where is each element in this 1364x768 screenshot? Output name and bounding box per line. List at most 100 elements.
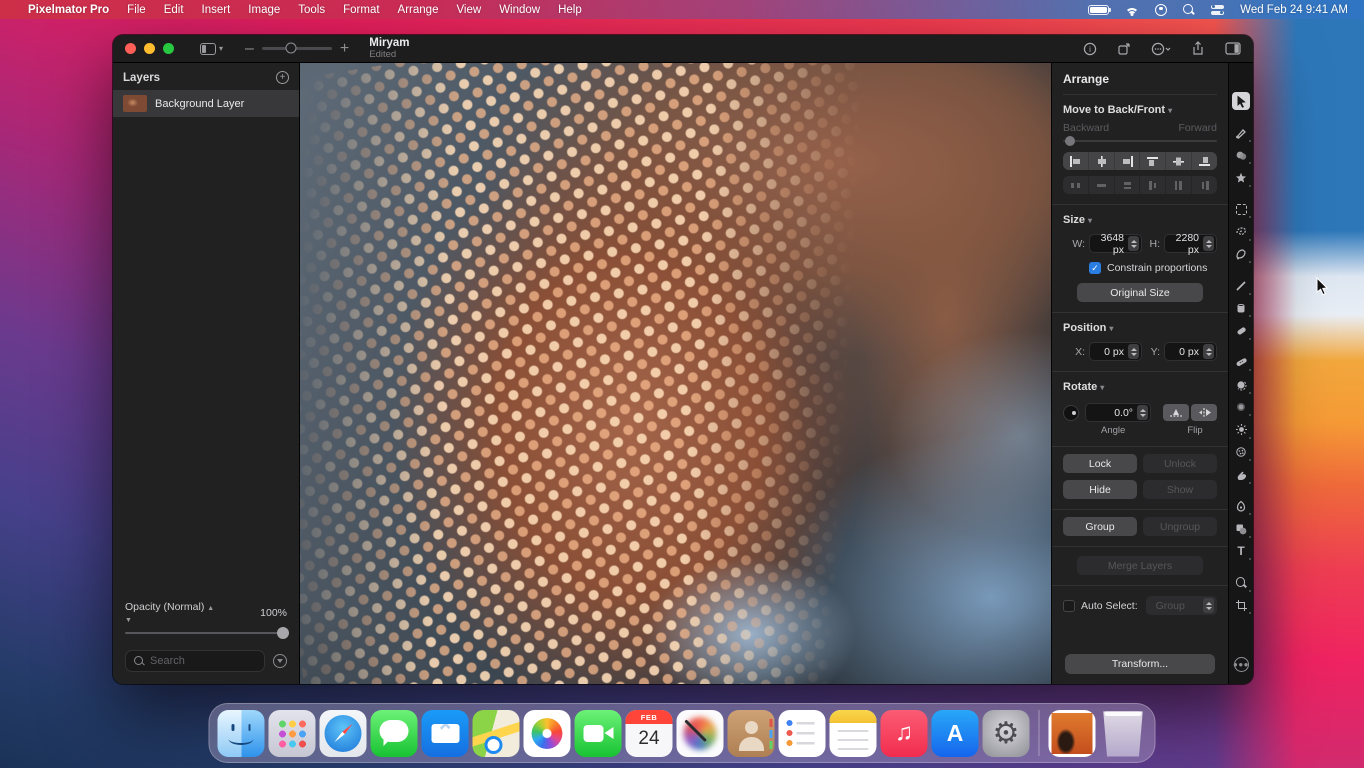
title-bar[interactable]: ▾ – + Miryam Edited i bbox=[113, 35, 1253, 63]
close-button[interactable] bbox=[125, 43, 136, 54]
dock-maps-icon[interactable] bbox=[472, 709, 520, 757]
dock-recent-document-icon[interactable] bbox=[1048, 709, 1096, 757]
dock-system-preferences-icon[interactable]: ⚙ bbox=[982, 709, 1030, 757]
paint-tool-icon[interactable] bbox=[1232, 124, 1251, 142]
blur-tool-icon[interactable] bbox=[1232, 398, 1251, 416]
dock-messages-icon[interactable] bbox=[370, 709, 418, 757]
more-tools-icon[interactable]: ●●● bbox=[1233, 657, 1249, 672]
align-center-h-button[interactable] bbox=[1089, 152, 1115, 171]
effects-tool-icon[interactable] bbox=[1232, 169, 1251, 187]
align-top-button[interactable] bbox=[1140, 152, 1167, 171]
layer-row-background[interactable]: Background Layer bbox=[113, 90, 299, 117]
canvas-size-icon[interactable] bbox=[1117, 42, 1131, 56]
opacity-slider[interactable] bbox=[125, 626, 289, 639]
flip-vertical-button[interactable] bbox=[1163, 404, 1189, 422]
repair-tool-icon[interactable] bbox=[1232, 353, 1251, 371]
dock-launchpad-icon[interactable] bbox=[268, 709, 316, 757]
show-sidebar-icon[interactable] bbox=[1225, 42, 1241, 55]
show-button[interactable]: Show bbox=[1143, 480, 1217, 500]
share-icon[interactable] bbox=[1191, 41, 1205, 56]
opacity-label[interactable]: Opacity (Normal) ▲ ▼ bbox=[125, 601, 214, 625]
height-field[interactable]: 2280 px bbox=[1164, 232, 1217, 256]
color-adjustments-tool-icon[interactable] bbox=[1232, 146, 1251, 164]
crop-tool-icon[interactable] bbox=[1232, 596, 1251, 614]
info-icon[interactable]: i bbox=[1083, 42, 1097, 56]
noise-tool-icon[interactable] bbox=[1232, 443, 1251, 461]
distribute-top-button[interactable] bbox=[1140, 176, 1167, 195]
menu-item-image[interactable]: Image bbox=[248, 4, 280, 16]
distribute-left-button[interactable] bbox=[1063, 176, 1089, 195]
dock-reminders-icon[interactable] bbox=[778, 709, 826, 757]
spotlight-icon[interactable] bbox=[1183, 3, 1195, 16]
dock-appstore-icon[interactable]: A bbox=[931, 709, 979, 757]
toggle-sidebar-button[interactable]: ▾ bbox=[200, 42, 223, 55]
align-right-button[interactable] bbox=[1115, 152, 1141, 171]
pen-tool-icon[interactable] bbox=[1232, 497, 1251, 515]
rect-select-tool-icon[interactable] bbox=[1232, 200, 1251, 218]
control-center-icon[interactable] bbox=[1211, 4, 1225, 15]
shape-tool-icon[interactable] bbox=[1232, 520, 1251, 538]
type-tool-icon[interactable]: T bbox=[1232, 542, 1251, 560]
dock-contacts-icon[interactable] bbox=[727, 709, 775, 757]
x-stepper[interactable] bbox=[1128, 344, 1139, 360]
move-backfront-slider[interactable] bbox=[1063, 136, 1217, 147]
zoom-window-button[interactable] bbox=[163, 43, 174, 54]
dock-trash-icon[interactable] bbox=[1103, 711, 1143, 757]
menu-item-tools[interactable]: Tools bbox=[298, 4, 325, 16]
dock-mail-icon[interactable] bbox=[421, 709, 469, 757]
distribute-right-button[interactable] bbox=[1115, 176, 1141, 195]
quick-select-tool-icon[interactable] bbox=[1232, 245, 1251, 263]
erase-tool-icon[interactable] bbox=[1232, 322, 1251, 340]
minimize-button[interactable] bbox=[144, 43, 155, 54]
rotate-section-header[interactable]: Rotate ▾ bbox=[1063, 381, 1217, 393]
dock-finder-icon[interactable] bbox=[217, 709, 265, 757]
rotate-dial[interactable] bbox=[1063, 404, 1079, 421]
merge-layers-button[interactable]: Merge Layers bbox=[1077, 556, 1203, 576]
zoom-in-button[interactable]: + bbox=[340, 40, 349, 58]
transform-button[interactable]: Transform... bbox=[1065, 654, 1215, 674]
auto-select-dropdown[interactable]: Group bbox=[1145, 596, 1217, 616]
battery-icon[interactable] bbox=[1088, 4, 1112, 15]
lock-button[interactable]: Lock bbox=[1063, 454, 1137, 474]
smudge-tool-icon[interactable] bbox=[1232, 466, 1251, 484]
position-section-header[interactable]: Position ▾ bbox=[1063, 322, 1217, 334]
menu-item-help[interactable]: Help bbox=[558, 4, 582, 16]
zoom-out-button[interactable]: – bbox=[245, 40, 254, 58]
distribute-middle-v-button[interactable] bbox=[1166, 176, 1193, 195]
zoom-tool-icon[interactable] bbox=[1232, 574, 1251, 592]
height-stepper[interactable] bbox=[1203, 236, 1214, 252]
retouch-line-tool-icon[interactable] bbox=[1232, 277, 1251, 295]
lighten-tool-icon[interactable] bbox=[1232, 421, 1251, 439]
dock-safari-icon[interactable] bbox=[319, 709, 367, 757]
menu-item-file[interactable]: File bbox=[127, 4, 146, 16]
y-stepper[interactable] bbox=[1203, 344, 1214, 360]
more-icon[interactable] bbox=[1151, 42, 1171, 56]
constrain-proportions-checkbox[interactable]: ✓ bbox=[1089, 262, 1101, 275]
move-section-header[interactable]: Move to Back/Front ▾ bbox=[1063, 104, 1217, 116]
hide-button[interactable]: Hide bbox=[1063, 480, 1137, 500]
lasso-select-tool-icon[interactable] bbox=[1232, 223, 1251, 241]
canvas-area[interactable] bbox=[300, 63, 1051, 684]
dock-music-icon[interactable]: ♫ bbox=[880, 709, 928, 757]
distribute-center-h-button[interactable] bbox=[1089, 176, 1115, 195]
width-stepper[interactable] bbox=[1128, 236, 1139, 252]
original-size-button[interactable]: Original Size bbox=[1077, 283, 1203, 303]
ungroup-button[interactable]: Ungroup bbox=[1143, 517, 1217, 537]
width-field[interactable]: 3648 px bbox=[1089, 232, 1142, 256]
dock-pixelmator-icon[interactable] bbox=[676, 709, 724, 757]
menu-item-edit[interactable]: Edit bbox=[164, 4, 184, 16]
user-icon[interactable] bbox=[1155, 3, 1168, 16]
angle-stepper[interactable] bbox=[1137, 405, 1148, 421]
align-left-button[interactable] bbox=[1063, 152, 1089, 171]
layer-search-field[interactable] bbox=[125, 650, 265, 672]
dock-photos-icon[interactable] bbox=[523, 709, 571, 757]
y-field[interactable]: 0 px bbox=[1164, 342, 1217, 362]
search-input[interactable] bbox=[150, 655, 256, 667]
dock-calendar-icon[interactable]: FEB 24 bbox=[625, 709, 673, 757]
auto-select-checkbox[interactable] bbox=[1063, 599, 1075, 612]
menu-item-window[interactable]: Window bbox=[499, 4, 540, 16]
menu-item-arrange[interactable]: Arrange bbox=[398, 4, 439, 16]
distribute-bottom-button[interactable] bbox=[1192, 176, 1217, 194]
move-slider-knob[interactable] bbox=[1065, 136, 1075, 147]
size-section-header[interactable]: Size ▾ bbox=[1063, 214, 1217, 226]
